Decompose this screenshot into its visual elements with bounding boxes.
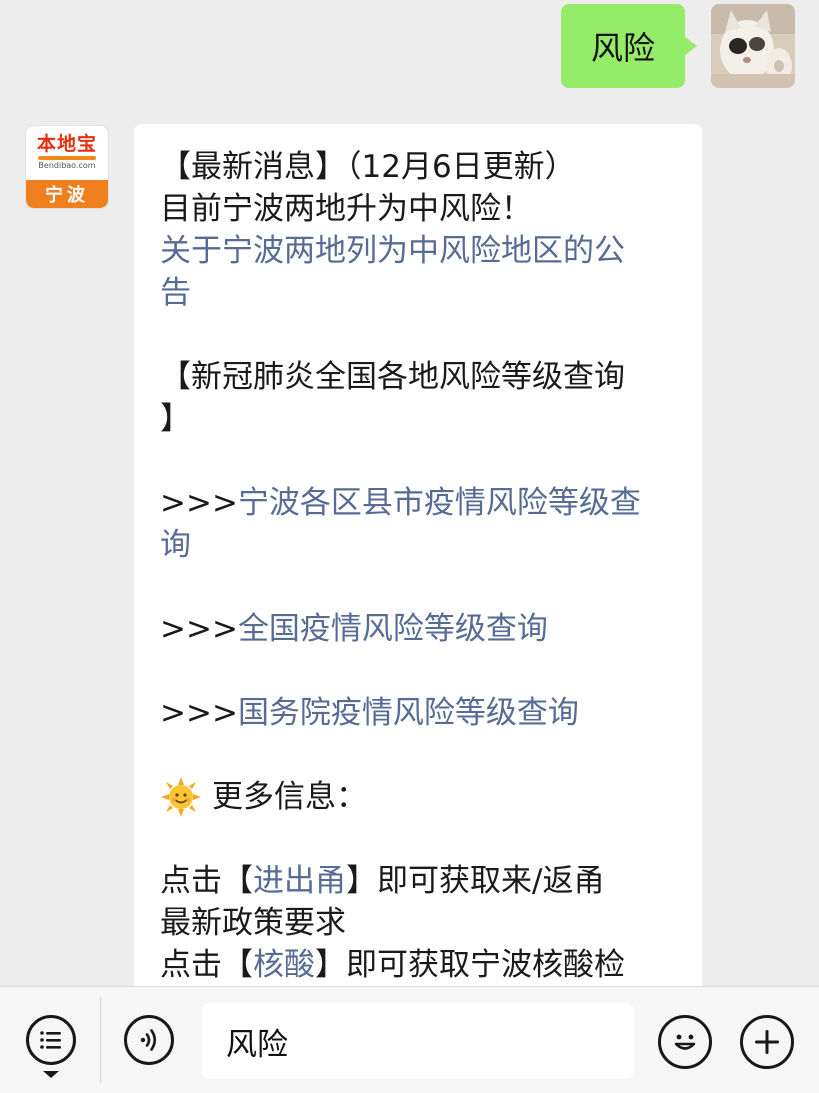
outgoing-message: 风险 (560, 4, 795, 88)
notice-link[interactable]: 关于宁波两地列为中风险地区的公告 (160, 230, 682, 314)
state-council-query-link[interactable]: 国务院疫情风险等级查询 (238, 695, 579, 731)
bar-divider (100, 997, 101, 1083)
plus-icon (755, 1030, 779, 1054)
keyword-tip-2: 点击【核酸】即可获取宁波核酸检 (160, 944, 682, 986)
ningbo-link-text: 宁波各区县市疫情风险等级查 (237, 485, 641, 521)
tip-prefix: 点击【 (160, 863, 253, 899)
tip-prefix: 点击【 (160, 947, 253, 983)
keyword-link-hesuan[interactable]: 核酸 (253, 947, 315, 983)
sun-emoji-icon (161, 777, 201, 817)
risk-upgrade-text: 目前宁波两地升为中风险！ (160, 191, 532, 227)
arrow-prefix: >>> (160, 485, 238, 521)
outgoing-text: 风险 (590, 29, 655, 67)
message-input[interactable]: 风险 (202, 1003, 634, 1079)
keyword-link-jinchuyong[interactable]: 进出甬 (253, 863, 346, 899)
plus-button[interactable] (740, 1015, 794, 1069)
latest-news-title: 【最新消息】（12月6日更新） (160, 149, 576, 185)
emoji-icon (674, 1034, 696, 1050)
keyword-tip-1: 点击【进出甬】即可获取来/返甬 (160, 860, 682, 902)
incoming-bubble: 【最新消息】（12月6日更新） 目前宁波两地升为中风险！ 关于宁波两地列为中风险… (134, 124, 702, 1004)
national-query-row: >>>全国疫情风险等级查询 (160, 608, 682, 650)
more-info-text: 更多信息： (212, 779, 367, 815)
outgoing-bubble[interactable]: 风险 (560, 4, 698, 88)
message-input-value: 风险 (226, 1026, 288, 1063)
arrow-prefix: >>> (160, 695, 238, 731)
menu-list-button[interactable] (26, 1015, 76, 1065)
national-risk-query-link[interactable]: 全国疫情风险等级查询 (238, 611, 548, 647)
logo-city: 宁波 (26, 180, 108, 208)
menu-list-icon (40, 1031, 61, 1049)
voice-icon (140, 1029, 157, 1051)
cat-photo-avatar (711, 4, 795, 88)
tip-suffix: 】即可获取来/返甬 (346, 863, 605, 899)
voice-button[interactable] (124, 1015, 174, 1065)
emoji-button[interactable] (658, 1015, 712, 1069)
heading-text: 【新冠肺炎全国各地风险等级查询 (160, 359, 625, 395)
more-info-row: 更多信息： (160, 776, 682, 818)
notice-link-text: 关于宁波两地列为中风险地区的公 (160, 233, 625, 269)
logo-domain: Bendibao.com (38, 161, 96, 170)
bendibao-logo: 本地宝 Bendibao.com (26, 126, 108, 180)
menu-caret-icon (43, 1071, 59, 1078)
logo-name: 本地宝 (36, 133, 97, 155)
heading-text-end: 】 (160, 401, 191, 437)
arrow-prefix: >>> (160, 611, 238, 647)
chat-input-bar: 风险 (0, 986, 819, 1093)
risk-query-heading: 【新冠肺炎全国各地风险等级查询】 (160, 356, 682, 440)
ningbo-query-row: >>>宁波各区县市疫情风险等级查询 (160, 482, 682, 566)
sender-avatar[interactable]: 本地宝 Bendibao.com 宁波 (26, 126, 108, 208)
tip-suffix: 】即可获取宁波核酸检 (315, 947, 625, 983)
ningbo-link-text-end: 询 (160, 527, 191, 563)
keyword-tip-1-cont: 最新政策要求 (160, 905, 346, 941)
state-council-query-row: >>>国务院疫情风险等级查询 (160, 692, 682, 734)
user-avatar[interactable] (711, 4, 795, 88)
notice-link-text-end: 告 (160, 275, 191, 311)
